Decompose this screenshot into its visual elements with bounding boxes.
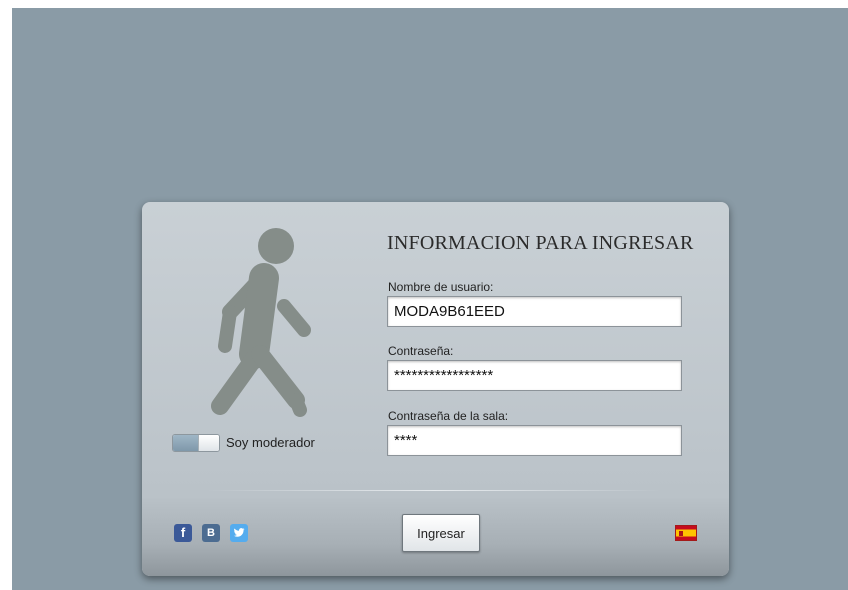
username-label: Nombre de usuario: <box>388 280 494 294</box>
login-panel: Soy moderador INFORMACION PARA INGRESAR … <box>142 202 729 576</box>
moderator-toggle[interactable] <box>172 434 220 452</box>
room-password-label: Contraseña de la sala: <box>388 409 509 423</box>
username-field[interactable] <box>387 296 682 327</box>
room-password-field[interactable] <box>387 425 682 456</box>
twitter-bird-icon <box>233 528 245 537</box>
divider <box>206 490 662 491</box>
twitter-icon[interactable] <box>230 524 248 542</box>
password-label: Contraseña: <box>388 344 454 358</box>
facebook-icon[interactable]: f <box>174 524 192 542</box>
moderator-label: Soy moderador <box>226 435 315 450</box>
login-button[interactable]: Ingresar <box>402 514 480 552</box>
walking-person-icon <box>211 228 311 417</box>
password-field[interactable] <box>387 360 682 391</box>
vk-icon[interactable]: B <box>202 524 220 542</box>
toggle-knob[interactable] <box>198 435 219 451</box>
spain-flag-icon[interactable] <box>675 525 697 541</box>
flag-crest <box>679 531 683 536</box>
toggle-track <box>173 435 198 451</box>
login-title: INFORMACION PARA INGRESAR <box>387 232 694 254</box>
